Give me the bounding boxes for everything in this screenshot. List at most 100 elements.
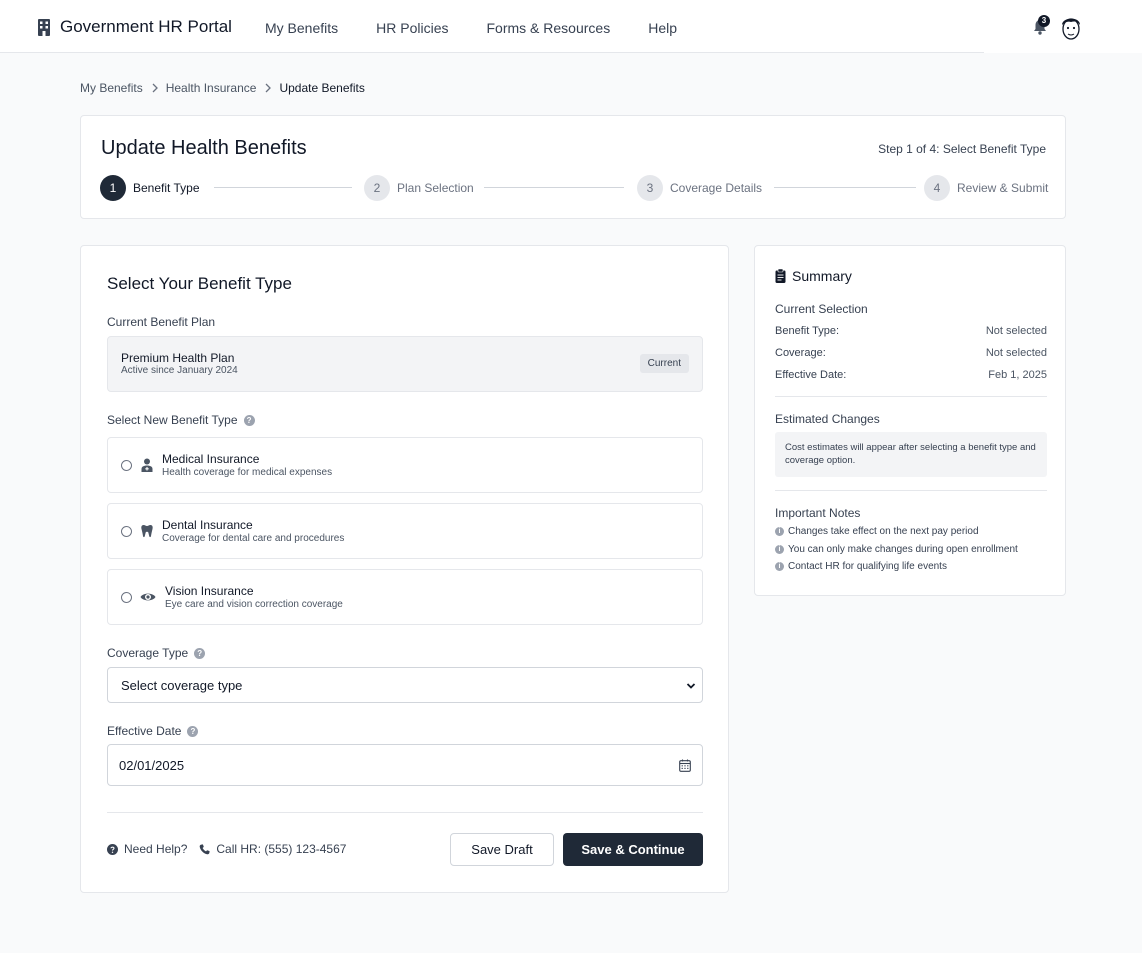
effective-date-input[interactable]: 02/01/2025 (107, 744, 703, 786)
tooth-icon (141, 525, 153, 538)
save-continue-button[interactable]: Save & Continue (563, 833, 703, 866)
chevron-down-icon (686, 683, 696, 689)
clipboard-icon (775, 269, 786, 283)
label-text: Select New Benefit Type (107, 413, 238, 427)
section-title: Select Your Benefit Type (107, 274, 292, 293)
label-text: Current Benefit Plan (107, 315, 216, 329)
chevron-right-icon (265, 83, 272, 93)
info-icon: i (775, 562, 784, 571)
option-vision-insurance[interactable]: Vision Insurance Eye care and vision cor… (107, 569, 703, 625)
help-icon[interactable]: ? (194, 647, 206, 659)
summary-title: Summary (775, 268, 852, 284)
note-item: i Changes take effect on the next pay pe… (775, 526, 979, 537)
phone-icon (200, 843, 210, 854)
breadcrumb-health-insurance[interactable]: Health Insurance (166, 81, 257, 95)
step-benefit-type: 1 Benefit Type (100, 175, 200, 201)
summary-divider (775, 490, 1047, 491)
step-number: 2 (364, 175, 390, 201)
save-draft-button[interactable]: Save Draft (450, 833, 554, 866)
step-plan-selection: 2 Plan Selection (364, 175, 474, 201)
form-divider (107, 812, 703, 813)
avatar[interactable] (1059, 15, 1083, 41)
note-text: Changes take effect on the next pay peri… (788, 526, 979, 537)
help-row: Need Help? Call HR: (555) 123-4567 (107, 842, 346, 856)
radio-vision[interactable] (121, 592, 132, 603)
breadcrumb: My Benefits Health Insurance Update Bene… (80, 81, 365, 95)
option-desc: Eye care and vision correction coverage (165, 599, 343, 610)
current-plan-box: Premium Health Plan Active since January… (107, 336, 703, 392)
summary-row-effective-date: Effective Date: Feb 1, 2025 (775, 369, 1047, 381)
current-plan-name: Premium Health Plan (121, 351, 235, 365)
row-label: Effective Date: (775, 369, 847, 381)
nav-hr-policies[interactable]: HR Policies (376, 20, 448, 36)
estimated-changes-box: Cost estimates will appear after selecti… (775, 432, 1047, 477)
breadcrumb-my-benefits[interactable]: My Benefits (80, 81, 143, 95)
user-doctor-icon (141, 458, 153, 472)
benefit-form-card: Select Your Benefit Type Current Benefit… (80, 245, 729, 893)
notification-badge: 3 (1038, 15, 1050, 27)
row-value: Not selected (985, 325, 1047, 337)
step-indicator: Step 1 of 4: Select Benefit Type (878, 142, 1046, 156)
date-value: 02/01/2025 (119, 758, 185, 773)
step-connector (484, 187, 624, 188)
step-connector (214, 187, 352, 188)
call-hr-link[interactable]: Call HR: (555) 123-4567 (216, 842, 346, 856)
chevron-right-icon (152, 83, 158, 93)
select-value: Select coverage type (121, 678, 243, 693)
summary-divider (775, 396, 1047, 397)
eye-icon (140, 593, 156, 601)
effective-date-label: Effective Date ? (107, 724, 199, 738)
nav-my-benefits[interactable]: My Benefits (265, 20, 338, 36)
brand[interactable]: Government HR Portal (37, 17, 232, 37)
top-nav: Government HR Portal My Benefits HR Poli… (0, 0, 1142, 53)
option-desc: Health coverage for medical expenses (162, 467, 333, 478)
step-number: 1 (100, 175, 126, 201)
note-text: You can only make changes during open en… (788, 544, 1018, 555)
option-medical-insurance[interactable]: Medical Insurance Health coverage for me… (107, 437, 703, 493)
question-circle-icon (107, 843, 118, 855)
option-title: Vision Insurance (165, 584, 254, 598)
row-label: Coverage: (775, 347, 826, 359)
new-type-label: Select New Benefit Type ? (107, 413, 255, 427)
main-nav: My Benefits HR Policies Forms & Resource… (265, 20, 715, 36)
row-value: Feb 1, 2025 (988, 369, 1047, 381)
current-plan-label: Current Benefit Plan (107, 315, 215, 329)
important-notes-heading: Important Notes (775, 506, 861, 520)
step-number: 3 (637, 175, 663, 201)
step-label: Benefit Type (133, 181, 200, 195)
label-text: Effective Date (107, 724, 182, 738)
info-icon: i (775, 545, 784, 554)
step-label: Review & Submit (957, 181, 1049, 195)
need-help-link[interactable]: Need Help? (124, 842, 187, 856)
building-icon (38, 19, 50, 36)
option-dental-insurance[interactable]: Dental Insurance Coverage for dental car… (107, 503, 703, 559)
current-plan-since: Active since January 2024 (121, 365, 238, 376)
option-title: Dental Insurance (162, 518, 253, 532)
coverage-type-select[interactable]: Select coverage type (107, 667, 703, 703)
help-icon[interactable]: ? (187, 725, 199, 737)
brand-title: Government HR Portal (60, 17, 232, 36)
nav-help[interactable]: Help (648, 20, 677, 36)
step-coverage-details: 3 Coverage Details (637, 175, 762, 201)
row-label: Benefit Type: (775, 325, 840, 337)
option-title: Medical Insurance (162, 452, 260, 466)
radio-medical[interactable] (121, 460, 132, 471)
nav-forms-resources[interactable]: Forms & Resources (487, 20, 611, 36)
step-connector (774, 187, 916, 188)
current-selection-heading: Current Selection (775, 302, 868, 316)
note-item: i Contact HR for qualifying life events (775, 561, 947, 572)
page-title: Update Health Benefits (101, 137, 307, 159)
summary-row-coverage: Coverage: Not selected (775, 347, 1047, 359)
step-number: 4 (924, 175, 950, 201)
radio-dental[interactable] (121, 526, 132, 537)
step-label: Plan Selection (397, 181, 474, 195)
label-text: Coverage Type (107, 646, 189, 660)
calendar-icon[interactable] (679, 759, 691, 772)
summary-title-text: Summary (792, 268, 852, 284)
option-desc: Coverage for dental care and procedures (162, 533, 345, 544)
summary-card: Summary Current Selection Benefit Type: … (754, 245, 1066, 596)
summary-row-benefit-type: Benefit Type: Not selected (775, 325, 1047, 337)
step-review-submit: 4 Review & Submit (924, 175, 1048, 201)
info-icon: i (775, 527, 784, 536)
help-icon[interactable]: ? (243, 414, 255, 426)
